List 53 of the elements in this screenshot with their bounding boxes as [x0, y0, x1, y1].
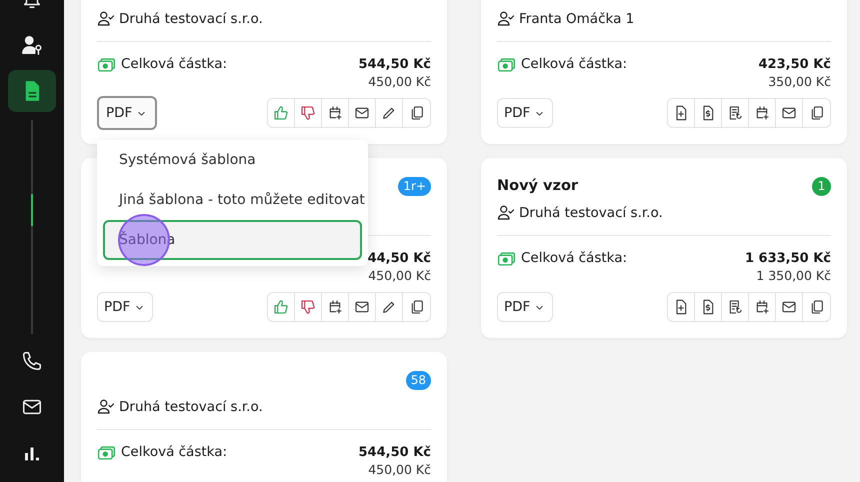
net-amount: 450,00 Kč — [368, 268, 431, 284]
person-check-icon — [97, 398, 115, 416]
format-dropdown[interactable]: PDF — [97, 292, 154, 322]
mail-icon — [354, 105, 370, 121]
mail-icon — [781, 105, 797, 121]
menu-item[interactable]: Systémová šablona — [103, 140, 362, 180]
net-amount: 1 350,00 Kč — [756, 268, 831, 284]
thumbs-down-icon — [300, 105, 316, 121]
count-badge: 58 — [406, 370, 431, 390]
pencil-icon — [381, 299, 397, 315]
thumbs-down-icon — [300, 299, 316, 315]
customer-name: Franta Omáčka 1 — [519, 11, 634, 27]
count-badge: 1 — [812, 176, 831, 196]
customer-name: Druhá testovací s.r.o. — [119, 399, 263, 415]
phone-icon — [21, 350, 43, 372]
calendar-plus-icon — [327, 299, 343, 315]
amount-label: Celková částka: — [521, 250, 628, 266]
customer-name: Druhá testovací s.r.o. — [119, 11, 263, 27]
total-amount: 44,50 Kč — [368, 250, 431, 266]
document-arrow-icon — [727, 105, 743, 121]
mail-icon — [354, 299, 370, 315]
customer-name: Druhá testovací s.r.o. — [519, 205, 663, 221]
total-amount: 544,50 Kč — [358, 56, 431, 72]
pencil-icon — [381, 105, 397, 121]
format-dropdown[interactable]: PDF — [497, 98, 554, 128]
total-amount: 1 633,50 Kč — [744, 250, 831, 266]
calendar-plus-icon — [754, 299, 770, 315]
person-check-icon — [97, 10, 115, 28]
calendar-plus-icon — [754, 105, 770, 121]
net-amount: 350,00 Kč — [768, 74, 831, 90]
person-check-icon — [497, 10, 515, 28]
thumbs-up-icon — [273, 105, 289, 121]
format-dropdown[interactable]: PDF — [97, 96, 158, 130]
net-amount: 450,00 Kč — [368, 462, 431, 478]
total-amount: 423,50 Kč — [758, 56, 831, 72]
format-dropdown[interactable]: PDF — [497, 292, 554, 322]
thumbs-up-icon — [273, 299, 289, 315]
user-key-icon — [21, 34, 43, 56]
menu-item[interactable]: Jiná šablona - toto můžete editovat — [103, 180, 362, 220]
nav-item[interactable] — [8, 70, 56, 112]
document-arrow-icon — [727, 299, 743, 315]
action-button[interactable] — [668, 293, 695, 321]
amount-label: Celková částka: — [521, 56, 628, 72]
card-title: Nový vzor — [497, 178, 578, 194]
net-amount: 450,00 Kč — [368, 74, 431, 90]
action-button[interactable] — [668, 99, 695, 127]
mail-icon — [781, 299, 797, 315]
amount-label: Celková částka: — [121, 56, 228, 72]
amount-label: Celková částka: — [121, 444, 228, 460]
calendar-plus-icon — [327, 105, 343, 121]
count-badge: 1r+ — [398, 176, 431, 196]
person-check-icon — [497, 204, 515, 222]
total-amount: 544,50 Kč — [358, 444, 431, 460]
